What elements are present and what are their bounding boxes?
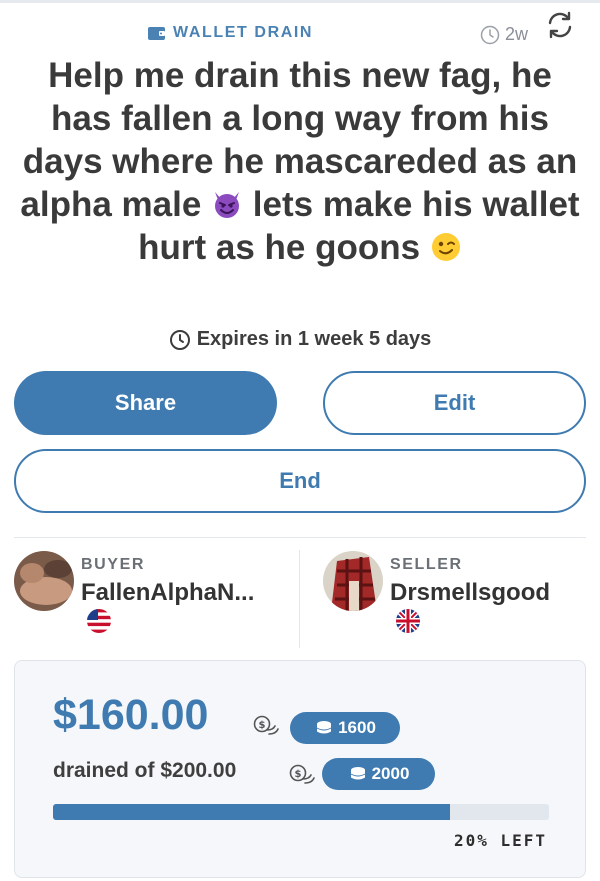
coin-stack-icon <box>350 767 365 781</box>
listing-age: 2w <box>480 24 528 45</box>
drain-progress-fill <box>53 804 450 820</box>
section-divider <box>14 537 586 538</box>
drained-amount: $160.00 <box>53 691 209 739</box>
category-text: WALLET DRAIN <box>173 24 314 41</box>
listing-title: Help me drain this new fag, he has falle… <box>20 54 580 269</box>
seller-name[interactable]: Drsmellsgood <box>390 579 550 607</box>
coin-icon: $ <box>289 764 315 784</box>
amount-coins-badge: 1600 <box>290 712 400 744</box>
goal-coins-badge: 2000 <box>322 758 435 790</box>
uk-flag-icon <box>396 609 420 633</box>
svg-text:$: $ <box>259 720 266 731</box>
refresh-icon[interactable] <box>545 10 575 40</box>
drained-of-text: drained of $200.00 <box>53 759 237 782</box>
us-flag-icon <box>87 609 111 633</box>
svg-text:$: $ <box>295 769 302 780</box>
goal-coins-text: 2000 <box>371 764 410 783</box>
share-button[interactable]: Share <box>14 371 277 435</box>
buyer-role: BUYER <box>81 556 146 573</box>
smiling-devil-emoji <box>215 192 240 218</box>
amount-coins-text: 1600 <box>338 718 376 737</box>
coin-stack-icon <box>316 721 332 735</box>
age-text: 2w <box>505 24 529 44</box>
expiry-text: Expires in 1 week 5 days <box>196 328 432 350</box>
listing-header: WALLET DRAIN 2w <box>0 20 600 50</box>
top-border <box>0 0 600 3</box>
drain-progress-bar <box>53 804 549 820</box>
winking-face-emoji <box>431 233 460 261</box>
clock-icon <box>169 329 190 350</box>
category-label: WALLET DRAIN <box>148 24 313 42</box>
buyer-name[interactable]: FallenAlphaN... <box>81 579 254 607</box>
seller-role: SELLER <box>390 556 463 573</box>
percent-left-label: 20% LEFT <box>453 831 547 850</box>
drain-progress-card: $160.00 $ 1600 drained of $200.00 $ 2000… <box>14 660 586 878</box>
clock-icon <box>480 25 500 44</box>
edit-button[interactable]: Edit <box>323 371 586 435</box>
wallet-icon <box>148 27 165 40</box>
seller-avatar[interactable] <box>323 551 383 611</box>
end-button[interactable]: End <box>14 449 586 513</box>
coin-icon: $ <box>253 715 279 735</box>
buyer-avatar[interactable] <box>14 551 74 611</box>
party-divider <box>299 550 300 648</box>
expiry-info: Expires in 1 week 5 days <box>0 328 600 351</box>
